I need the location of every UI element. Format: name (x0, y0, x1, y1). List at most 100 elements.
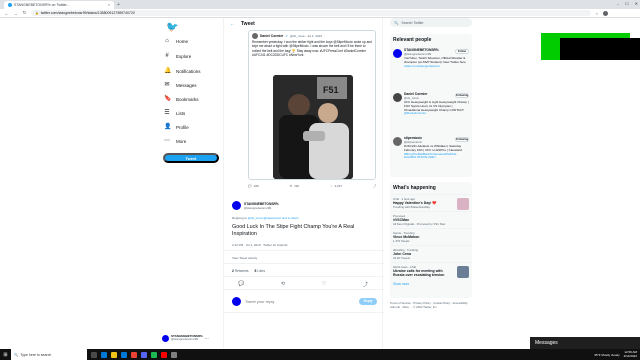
heart-icon[interactable]: ♡ (322, 281, 326, 288)
trend-item[interactable]: World news · LIVE Ukraine calls for meet… (390, 262, 472, 279)
share-action[interactable]: ⤴ (373, 184, 376, 188)
sidebar-item-lists[interactable]: ☰ Lists (164, 108, 185, 118)
retweet-label: Retweets (234, 269, 249, 273)
bookmark-star-icon[interactable]: ☆ (595, 11, 599, 16)
like-action[interactable]: ♡ 4,267 (330, 184, 342, 188)
taskbar-search[interactable]: 🔍 Type here to search (11, 349, 87, 360)
reply-button[interactable]: Reply (359, 297, 377, 305)
twitter-logo-icon[interactable]: 🐦 (166, 22, 178, 33)
sidebar-item-bookmarks[interactable]: 🔖 Bookmarks (164, 94, 199, 104)
author-handle: @dc_mma · Jul 1, 2019 (289, 34, 322, 38)
address-bar[interactable]: 🔒 twitter.com/stangnebetonsr99/status/13… (31, 10, 591, 16)
minimize-icon[interactable]: – (617, 1, 619, 6)
reply-icon[interactable]: 💬 (238, 281, 244, 288)
search-box[interactable]: 🔍 Search Twitter (390, 18, 472, 27)
bio-link[interactable]: #BringTheBeltBackToClevelandWithMe #HAND… (404, 152, 456, 160)
avatar[interactable] (232, 201, 241, 210)
tweet-text: Good Luck In The Stipe Fight Champ You'r… (232, 224, 355, 237)
trend-name: Ukraine calls for meeting with Russia ov… (393, 269, 445, 277)
app-icon[interactable] (161, 351, 167, 358)
url-text: twitter.com/stangnebetonsr99/status/1358… (40, 11, 135, 15)
store-icon[interactable] (121, 351, 127, 358)
show-more-link[interactable]: Show more (390, 279, 472, 289)
tweet-button[interactable]: Tweet (163, 153, 219, 163)
close-window-icon[interactable]: ✕ (635, 1, 638, 6)
author-handle: @stangnebetonsr99 (244, 205, 272, 210)
bio-link[interactable]: @DanielCormier (404, 111, 426, 115)
messages-drawer[interactable]: Messages (530, 337, 640, 349)
trend-item[interactable]: Promoted #VSCMax All New Originals · Pro… (390, 211, 472, 228)
browser-toolbar: ← → ↻ 🔒 twitter.com/stangnebetonsr99/sta… (0, 9, 640, 18)
retweet-action[interactable]: ⟲ 192 (290, 184, 300, 188)
person-card[interactable]: STANGNEBETONSR% @stangnebetonsr99 YouTub… (390, 46, 472, 90)
account-switcher[interactable]: STANGNEBETONSR% @stangnebetonsr99 ⋯ (162, 331, 224, 345)
follow-button[interactable]: Follow (455, 49, 469, 54)
windows-start-icon[interactable]: ⊞ (0, 352, 11, 358)
tab-close-icon[interactable]: × (108, 3, 110, 7)
back-arrow-icon[interactable]: ← (230, 21, 235, 27)
account-info: STANGNEBETONSR% @stangnebetonsr99 (171, 334, 203, 342)
person-card[interactable]: Daniel Cormier @dc_mma UFC Heavyweight &… (390, 90, 472, 134)
sidebar-item-more[interactable]: ⋯ More (164, 136, 186, 146)
maximize-icon[interactable]: ☐ (625, 1, 629, 6)
relevant-people-panel: Relevant people STANGNEBETONSR% @stangne… (390, 34, 472, 177)
app-icon[interactable] (141, 351, 147, 358)
new-tab-button[interactable]: + (117, 2, 120, 8)
sidebar-item-messages[interactable]: ✉ Messages (164, 80, 196, 90)
profile-avatar[interactable] (602, 10, 608, 16)
svg-text:F51: F51 (323, 85, 339, 95)
more-icon[interactable]: ⋯ (205, 336, 209, 341)
reply-author-info: STANGNEBETONSR% @stangnebetonsr99 (244, 202, 279, 210)
back-icon[interactable]: ← (4, 11, 9, 16)
following-button[interactable]: Following (455, 93, 469, 98)
like-stat[interactable]: 5 Likes (255, 269, 265, 273)
footer-links[interactable]: Terms of Service · Privacy Policy · Cook… (390, 301, 472, 310)
share-icon[interactable]: ⤴ (363, 281, 368, 288)
app-icon[interactable] (151, 351, 157, 358)
sidebar-item-label: Home (176, 38, 189, 44)
reply-action[interactable]: 💬 186 (248, 184, 259, 188)
following-button[interactable]: Following (455, 137, 469, 142)
home-icon: ⌂ (165, 38, 169, 44)
retweet-stat[interactable]: 2 Retweets (232, 269, 249, 273)
person-card[interactable]: stipemiocic @stipemiocic #UFC241 Adelant… (390, 134, 472, 178)
tweet-detail-column: ← Tweet Daniel Cormier ✔ @dc_mma · Jul 1… (223, 18, 384, 348)
browser-tab[interactable]: STANGNEBETONSR% on Twitter... × (4, 1, 114, 9)
trend-item[interactable]: Sports · Trending Vince McMahon 1,479 Tw… (390, 228, 472, 245)
task-view-icon[interactable] (91, 351, 97, 358)
avatar[interactable] (252, 33, 258, 39)
trend-item[interactable]: LIVE · 1 hour ago Happy Valentine's Day!… (390, 194, 472, 211)
replying-to: Replying to @dc_mma @stipemiocic and 2 o… (232, 216, 299, 220)
reload-icon[interactable]: ↻ (22, 10, 27, 16)
folder-icon[interactable] (111, 351, 117, 358)
tweet-author: Daniel Cormier ✔ @dc_mma · Jul 1, 2019 (252, 33, 322, 39)
avatar[interactable] (393, 137, 402, 146)
reply-input[interactable] (245, 298, 355, 304)
avatar[interactable] (393, 49, 402, 58)
tweet-timestamp[interactable]: 2:12 PM · Jul 1, 2019 · Twitter for Andr… (232, 243, 287, 247)
avatar[interactable] (393, 93, 402, 102)
edge-icon[interactable] (101, 351, 107, 358)
weather-text[interactable]: 35°F Mostly cloudy (594, 353, 619, 357)
whats-happening-panel: What's happening LIVE · 1 hour ago Happy… (390, 182, 472, 298)
sidebar-item-notifications[interactable]: 🔔 Notifications (164, 66, 201, 76)
taskbar: ⊞ 🔍 Type here to search 35°F Mostly clou… (0, 349, 640, 360)
chrome-icon[interactable] (131, 351, 137, 358)
bio-link[interactable]: twitter.com/stangnebetonsr (404, 64, 440, 68)
person-icon: 👤 (164, 124, 172, 130)
author-name[interactable]: STANGNEBETONSR% (244, 202, 279, 206)
author-name[interactable]: Daniel Cormier (260, 34, 283, 38)
trend-item[interactable]: Wrestling · Trending John Cena 23.4K Twe… (390, 245, 472, 262)
parent-tweet[interactable]: Daniel Cormier ✔ @dc_mma · Jul 1, 2019 R… (248, 30, 376, 180)
sidebar-item-explore[interactable]: # Explore (164, 51, 191, 61)
view-activity-link[interactable]: View Tweet activity (232, 256, 257, 260)
tweet-photo[interactable]: F51 (273, 75, 353, 179)
person-bio: #UFC241 Adelanto vs Whittaker | Saturday… (404, 144, 469, 160)
replying-to-link[interactable]: @dc_mma @stipemiocic and 2 others (248, 216, 299, 220)
sidebar-item-home[interactable]: ⌂ Home (164, 36, 188, 46)
sidebar-item-profile[interactable]: 👤 Profile (164, 122, 189, 132)
clock[interactable]: 12:59 AM 2/14/2022 (624, 350, 637, 358)
retweet-icon[interactable]: ⟲ (281, 281, 285, 288)
app-icon[interactable] (171, 351, 177, 358)
forward-icon[interactable]: → (13, 11, 18, 16)
